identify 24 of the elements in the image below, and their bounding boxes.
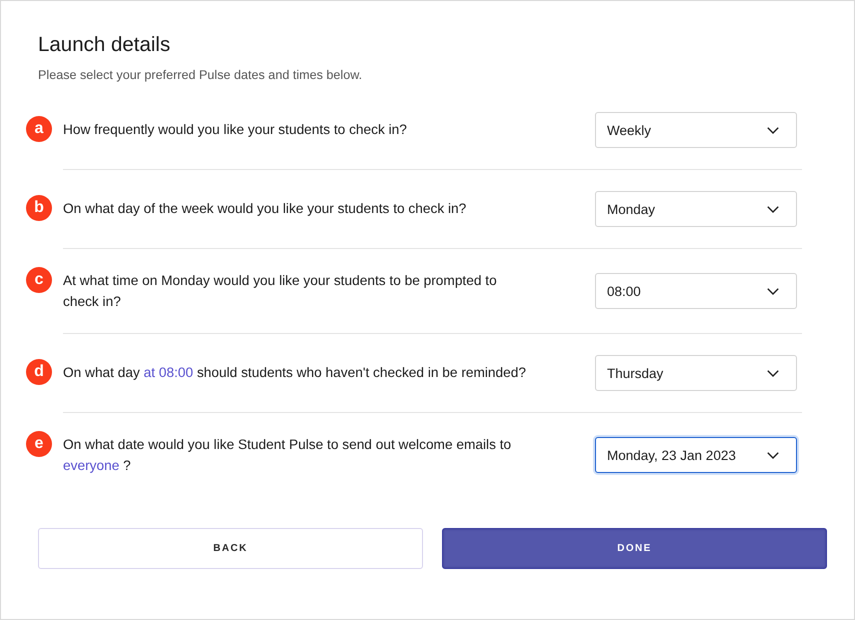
step-marker: e [26, 431, 52, 457]
dropdown[interactable]: Monday, 23 Jan 2023 [595, 437, 797, 473]
question-text: On what day at 08:00 should students who haven't checked in be reminded? [63, 364, 526, 382]
question-text: At what time on Monday would you like your students to be prompted to check in? [63, 272, 498, 311]
chevron-down-icon [767, 206, 779, 212]
step-marker: d [26, 358, 52, 384]
dropdown[interactable]: Weekly [595, 112, 797, 148]
page-subtitle: Please select your preferred Pulse dates and times below. [38, 67, 364, 83]
question-text: On what day of the week would you like your students to check in? [63, 200, 466, 218]
step-marker: c [26, 267, 52, 293]
back-button[interactable]: BACK [38, 528, 423, 569]
chevron-down-icon [767, 288, 779, 294]
dropdown[interactable]: Monday [595, 191, 797, 227]
done-button[interactable]: DONE [442, 528, 827, 569]
page-title: Launch details [38, 33, 172, 57]
dropdown[interactable]: Thursday [595, 355, 797, 391]
question-text: How frequently would you like your students to check in? [63, 120, 407, 139]
dropdown[interactable]: 08:00 [595, 273, 797, 309]
chevron-down-icon [767, 452, 779, 458]
chevron-down-icon [767, 126, 779, 134]
question-text: On what date would you like Student Pulse to send out welcome emails to everyone ? [63, 436, 512, 475]
chevron-down-icon [767, 370, 779, 376]
step-marker: b [26, 194, 52, 220]
step-marker: a [26, 116, 52, 142]
